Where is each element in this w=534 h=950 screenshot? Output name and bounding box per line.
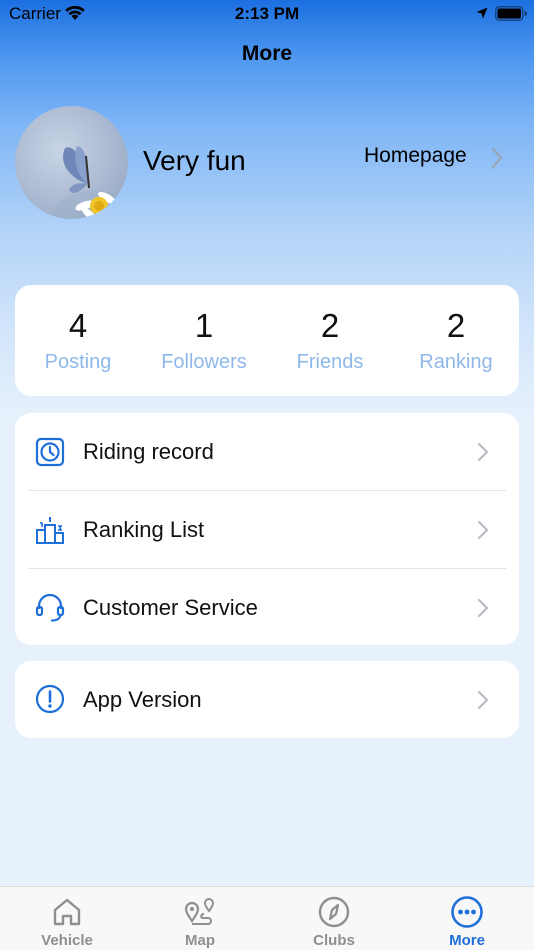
menu-item-customer-service[interactable]: Customer Service [15,569,519,647]
exclamation-circle-icon [35,684,65,714]
podium-icon [36,517,64,544]
menu-item-label: App Version [83,687,202,712]
tab-label: More [449,932,485,949]
menu-item-label: Ranking List [83,517,205,542]
stat-label: Ranking [419,351,493,373]
stat-value: 2 [446,307,466,344]
tab-label: Clubs [313,932,355,949]
compass-icon [318,896,350,928]
clock-icon [35,437,65,467]
chevron-right-icon [477,598,489,618]
stat-ranking[interactable]: 2 Ranking [393,285,519,396]
stat-label: Friends [296,351,364,373]
tab-vehicle[interactable]: Vehicle [0,887,134,950]
tab-more[interactable]: More [400,887,534,950]
battery-icon [495,6,527,21]
homepage-link[interactable]: Homepage [364,142,514,172]
menu-item-label: Customer Service [83,595,258,620]
tab-label: Map [185,932,215,949]
butterfly-photo [55,146,128,219]
location-arrow-icon [476,7,488,19]
stat-label: Followers [161,351,247,373]
stat-label: Posting [44,351,112,373]
menu-item-app-version[interactable]: App Version [15,661,519,738]
stat-value: 4 [68,307,88,344]
menu-item-label: Riding record [83,439,214,464]
tab-map[interactable]: Map [133,887,267,950]
clock-time: 2:13 PM [234,4,300,23]
tab-clubs[interactable]: Clubs [267,887,401,950]
tab-label: Vehicle [41,932,93,949]
stat-followers[interactable]: 1 Followers [141,285,267,396]
chevron-right-icon [491,147,503,169]
chevron-right-icon [477,442,489,462]
stat-value: 1 [194,307,214,344]
chevron-right-icon [477,690,489,710]
menu-item-riding-record[interactable]: Riding record [15,413,519,491]
menu-card: Riding record Ranking List Customer Serv… [15,413,519,645]
page-title: More [241,42,293,65]
version-card: App Version [15,661,519,738]
tab-bar: Vehicle Map Clubs More [0,886,534,950]
menu-item-ranking-list[interactable]: Ranking List [15,491,519,569]
butterfly [63,146,90,193]
username: Very fun [143,145,246,176]
headset-icon [35,593,65,622]
stat-value: 2 [320,307,340,344]
more-dots-icon [451,896,483,928]
stats-card: 4 Posting 1 Followers 2 Friends 2 Rankin… [15,285,519,396]
stat-friends[interactable]: 2 Friends [267,285,393,396]
avatar[interactable] [15,106,128,219]
home-icon [53,898,81,926]
status-bar: Carrier 2:13 PM [0,0,534,30]
chevron-right-icon [477,520,489,540]
homepage-label: Homepage [364,144,467,167]
map-route-icon [184,898,215,925]
stat-posting[interactable]: 4 Posting [15,285,141,396]
